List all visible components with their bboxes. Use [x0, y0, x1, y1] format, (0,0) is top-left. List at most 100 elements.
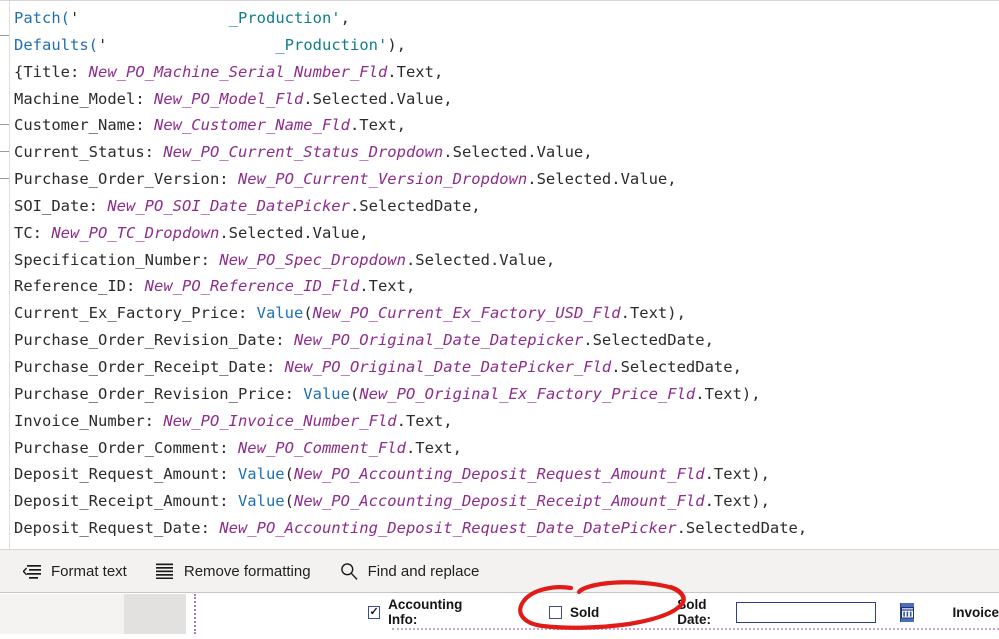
code-token-fn: Defaults(	[14, 35, 98, 54]
code-token-plain: .Text,	[387, 62, 444, 81]
accounting-info-label: Accounting Info:	[388, 597, 463, 627]
code-token-ident: New_PO_Invoice_Number_Fld	[163, 411, 397, 430]
code-token-plain: .Selected.Value,	[527, 170, 677, 189]
code-token-fn: Value	[237, 465, 285, 484]
find-and-replace-button[interactable]: Find and replace	[325, 549, 494, 593]
code-token-plain: Deposit_Receipt_Amount:	[14, 492, 238, 511]
invoice-label: Invoice	[952, 604, 999, 620]
code-token-ident: New_PO_Original_Date_Datepicker	[293, 331, 584, 350]
code-line: Invoice_Number: New_PO_Invoice_Number_Fl…	[14, 408, 999, 435]
code-token-plain: Specification_Number:	[14, 250, 220, 269]
code-token-ident: New_PO_Model_Fld	[153, 89, 304, 108]
code-token-redact	[107, 31, 276, 59]
code-token-plain: .Text,	[349, 116, 406, 135]
code-token-plain: Purchase_Order_Receipt_Date:	[14, 357, 285, 376]
code-token-plain: .Text,	[396, 411, 453, 430]
code-token-ident: New_PO_Current_Status_Dropdown	[163, 143, 444, 162]
invoice-field: Invoice	[952, 605, 999, 620]
code-token-plain: Purchase_Order_Revision_Price:	[14, 384, 304, 403]
code-line: Machine_Model: New_PO_Model_Fld.Selected…	[14, 86, 999, 113]
code-token-plain: .Selected.Value,	[443, 143, 593, 162]
remove-formatting-label: Remove formatting	[183, 562, 311, 580]
code-token-ident: New_PO_Comment_Fld	[237, 438, 406, 457]
code-line: Reference_ID: New_PO_Reference_ID_Fld.Te…	[14, 273, 999, 300]
code-token-fn: Patch(	[14, 9, 70, 27]
code-token-ident: New_PO_SOI_Date_DatePicker	[107, 196, 350, 215]
code-token-str: _Production'	[228, 9, 341, 27]
form-controls-row: ✓ Accounting Info: Sold Sold Date: Invoi…	[196, 594, 999, 630]
code-token-plain: Deposit_Request_Date:	[14, 519, 220, 538]
code-token-plain: .Text,	[405, 438, 462, 457]
sold-label: Sold	[569, 604, 600, 620]
code-token-plain: .SelectedDate,	[583, 331, 714, 350]
code-token-plain: .SelectedDate,	[611, 357, 742, 376]
canvas-gap	[186, 594, 194, 634]
code-token-fn: Value	[256, 304, 304, 323]
search-icon	[339, 561, 359, 581]
code-line: Defaults(' _Production'),	[14, 31, 999, 59]
designer-canvas-strip: ✓ Accounting Info: Sold Sold Date: Invoi…	[0, 594, 999, 634]
code-token-plain: SOI_Date:	[14, 196, 108, 215]
code-token-plain: ,	[340, 9, 350, 27]
form-section-divider	[392, 628, 999, 630]
remove-formatting-button[interactable]: Remove formatting	[141, 549, 325, 593]
code-line: Current_Status: New_PO_Current_Status_Dr…	[14, 139, 999, 166]
code-line: Purchase_Order_Revision_Date: New_PO_Ori…	[14, 327, 999, 354]
code-token-plain: .Text),	[704, 465, 770, 484]
code-token-plain: (	[284, 465, 294, 484]
code-token-plain: .Selected.Value,	[405, 250, 556, 269]
code-token-plain: Current_Status:	[14, 143, 164, 162]
code-line: Deposit_Receipt_Amount: Value(New_PO_Acc…	[14, 488, 999, 515]
code-token-ident: New_PO_Accounting_Deposit_Request_Amount…	[293, 465, 705, 484]
code-token-plain: Reference_ID:	[14, 277, 145, 296]
code-line: Purchase_Order_Comment: New_PO_Comment_F…	[14, 435, 999, 462]
code-token-plain: .Text),	[620, 304, 686, 323]
code-token-ident: New_Customer_Name_Fld	[153, 116, 350, 135]
code-token-ident: New_PO_Machine_Serial_Number_Fld	[88, 62, 388, 81]
formula-editor[interactable]: Patch(' _Production', Defaults(' _Product…	[0, 0, 999, 549]
code-token-plain: (	[303, 304, 313, 323]
code-line: {Title: New_PO_Machine_Serial_Number_Fld…	[14, 59, 999, 86]
sold-checkbox[interactable]	[548, 605, 562, 619]
code-token-plain: .Text),	[695, 384, 761, 403]
code-token-plain: Purchase_Order_Comment:	[14, 438, 238, 457]
code-token-plain: .Selected.Value,	[219, 223, 369, 242]
code-line: Customer_Name: New_Customer_Name_Fld.Tex…	[14, 112, 999, 139]
gutter-mark	[0, 178, 9, 179]
code-token-plain: .Selected.Value,	[303, 89, 453, 108]
code-token-plain: TC:	[14, 223, 52, 242]
code-token-plain: Customer_Name:	[14, 116, 154, 135]
format-text-button[interactable]: Format text	[0, 549, 141, 593]
code-line: Purchase_Order_Receipt_Date: New_PO_Orig…	[14, 354, 999, 381]
sold-date-picker[interactable]	[736, 601, 915, 623]
accounting-info-field[interactable]: ✓ Accounting Info:	[368, 597, 487, 627]
code-line: Current_Ex_Factory_Price: Value(New_PO_C…	[14, 300, 999, 327]
tree-view-pane	[124, 594, 186, 634]
format-text-icon	[22, 561, 42, 581]
code-line: Deposit_Request_Amount: Value(New_PO_Acc…	[14, 461, 999, 488]
code-token-ident: New_PO_Current_Version_Dropdown	[237, 170, 528, 189]
sold-date-input[interactable]	[737, 602, 901, 622]
formula-code-area[interactable]: Patch(' _Production', Defaults(' _Product…	[10, 1, 999, 542]
left-pane	[0, 594, 124, 634]
code-token-plain: Invoice_Number:	[14, 411, 164, 430]
app-form-region: ✓ Accounting Info: Sold Sold Date: Invoi…	[194, 594, 999, 634]
code-token-plain: '	[70, 9, 80, 27]
code-token-plain: (	[349, 384, 360, 403]
sold-date-field[interactable]: Sold Date:	[677, 597, 915, 627]
code-token-fn: Value	[303, 384, 350, 403]
code-token-ident: New_PO_Original_Ex_Factory_Price_Fld	[359, 384, 696, 403]
code-token-plain: Purchase_Order_Revision_Date:	[14, 331, 294, 350]
sold-date-label: Sold Date:	[677, 597, 711, 627]
gutter-mark	[0, 35, 9, 36]
formula-command-bar: Format text Remove formatting Find and r…	[0, 549, 999, 593]
accounting-info-checkbox[interactable]: ✓	[368, 605, 381, 619]
code-line: TC: New_PO_TC_Dropdown.Selected.Value,	[14, 220, 999, 247]
calendar-icon[interactable]	[900, 602, 915, 622]
sold-field[interactable]: Sold	[548, 604, 600, 620]
code-token-ident: New_PO_Accounting_Deposit_Receipt_Amount…	[293, 492, 705, 511]
code-token-plain: '	[98, 35, 108, 54]
code-token-ident: New_PO_Original_Date_DatePicker_Fld	[284, 357, 612, 376]
format-text-label: Format text	[51, 562, 127, 580]
code-token-plain: .SelectedDate,	[349, 196, 481, 215]
